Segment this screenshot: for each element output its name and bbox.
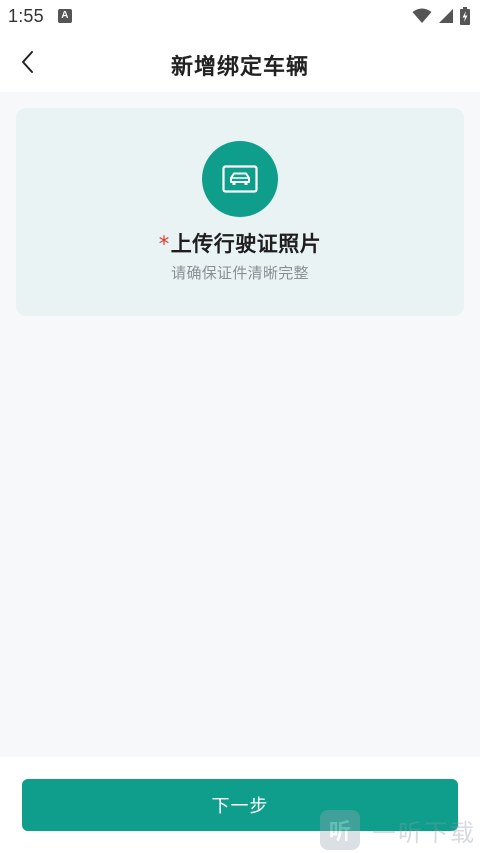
nav-bar: 新增绑定车辆 [0,32,480,92]
car-license-icon [222,165,258,193]
upload-title-text: 上传行驶证照片 [170,232,322,256]
wifi-icon [412,8,432,23]
upload-title: *上传行驶证照片 [16,228,464,258]
required-mark: * [158,232,170,256]
notification-badge-icon: A [57,9,72,23]
status-bar: 1:55 A [0,0,480,32]
battery-charging-icon [460,7,470,25]
page-title: 新增绑定车辆 [170,55,309,80]
upload-license-card[interactable]: *上传行驶证照片 请确保证件清晰完整 [16,108,464,316]
next-button[interactable]: 下一步 [22,779,458,831]
upload-subtitle: 请确保证件清晰完整 [171,264,309,282]
status-icons [412,7,470,25]
signal-icon [439,9,453,23]
upload-icon-circle [202,141,278,217]
status-time: 1:55 [8,5,44,26]
bottom-bar: 下一步 [0,757,480,853]
